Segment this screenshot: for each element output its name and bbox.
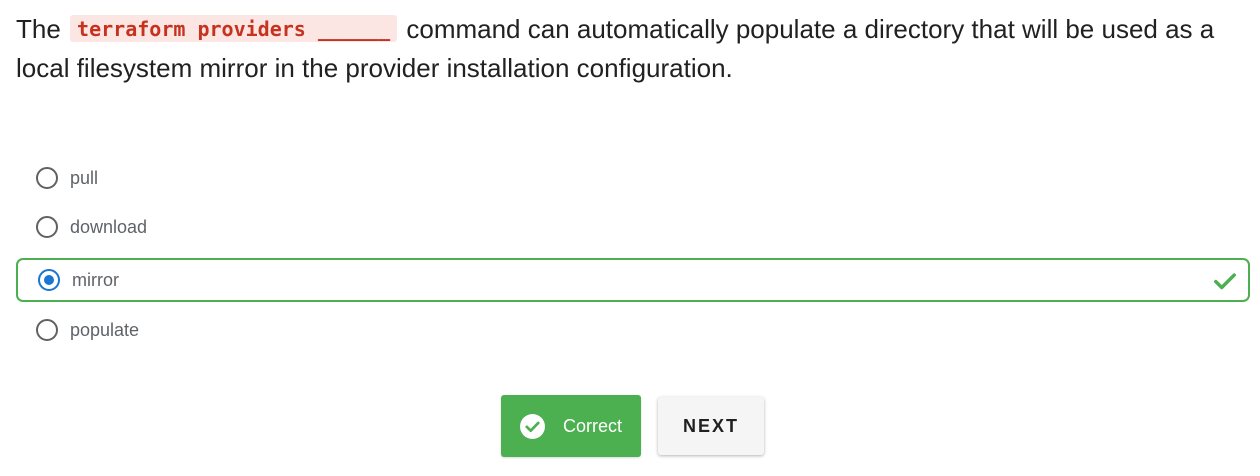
option-populate[interactable]: populate [16, 308, 1250, 352]
next-button[interactable]: NEXT [658, 397, 764, 455]
correct-button-label: Correct [563, 415, 623, 436]
question-text: The terraform providers ______ command c… [16, 10, 1252, 88]
correct-button[interactable]: Correct [501, 395, 641, 457]
option-label: mirror [72, 270, 119, 290]
next-button-label: NEXT [682, 415, 739, 436]
radio-unchecked-icon[interactable] [36, 319, 58, 341]
check-circle-icon [520, 413, 545, 439]
radio-unchecked-icon[interactable] [36, 167, 58, 189]
command-code: terraform providers ______ [70, 15, 398, 42]
option-download[interactable]: download [16, 205, 1250, 249]
option-pull[interactable]: pull [16, 156, 1250, 200]
option-label: populate [70, 320, 140, 340]
radio-checked-icon[interactable] [38, 269, 60, 291]
option-label: pull [70, 168, 99, 188]
checkmark-icon [1214, 273, 1236, 290]
radio-dot [44, 275, 54, 285]
option-mirror[interactable]: mirror [16, 258, 1250, 302]
option-label: download [70, 217, 148, 237]
question-prefix: The [16, 14, 61, 44]
radio-unchecked-icon[interactable] [36, 216, 58, 238]
